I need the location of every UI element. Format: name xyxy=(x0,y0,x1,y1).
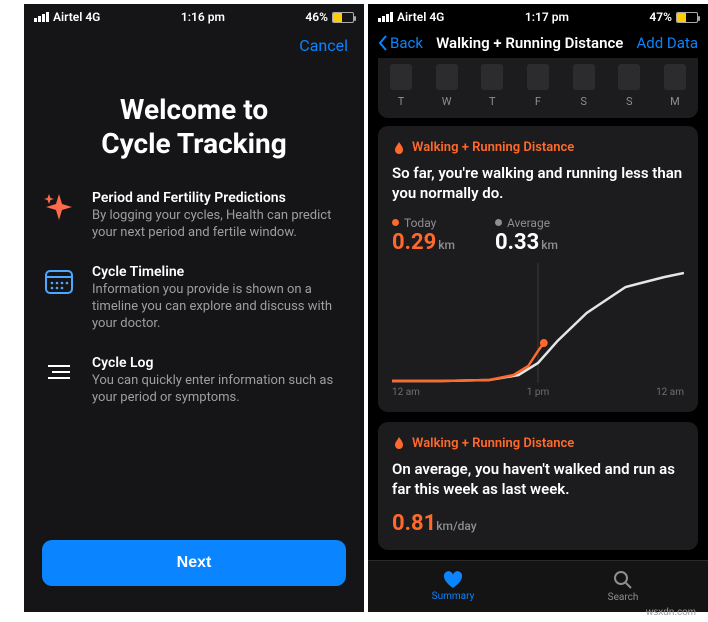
nav-row: Cancel xyxy=(24,28,364,63)
feature-desc: Information you provide is shown on a ti… xyxy=(92,282,346,333)
nav-bar: Back Walking + Running Distance Add Data xyxy=(368,28,708,58)
sparkle-icon xyxy=(42,190,76,224)
status-bar: Airtel 4G 1:16 pm 46% xyxy=(24,4,364,28)
flame-icon xyxy=(392,436,406,450)
title-line1: Welcome to xyxy=(120,93,268,126)
feature-desc: You can quickly enter information such a… xyxy=(92,373,346,407)
battery-percent: 46% xyxy=(305,10,328,24)
next-button[interactable]: Next xyxy=(42,540,346,586)
feature-title: Cycle Log xyxy=(92,355,346,371)
weekly-avg-unit: km/day xyxy=(436,519,476,533)
week-selector[interactable]: T W T F S S M xyxy=(378,58,698,118)
weekly-avg-value: 0.81 xyxy=(392,511,436,536)
feature-title: Period and Fertility Predictions xyxy=(92,190,346,206)
week-day[interactable]: M xyxy=(664,64,686,108)
cancel-button[interactable]: Cancel xyxy=(299,36,348,55)
nav-title: Walking + Running Distance xyxy=(436,34,623,52)
status-bar: Airtel 4G 1:17 pm 47% xyxy=(368,4,708,28)
tab-bar: Summary Search xyxy=(368,560,708,612)
week-day[interactable]: S xyxy=(573,64,595,108)
today-unit: km xyxy=(438,238,455,252)
screen-cycle-tracking-intro: Airtel 4G 1:16 pm 46% Cancel Welcome to … xyxy=(24,4,364,612)
card-title-text: Walking + Running Distance xyxy=(412,140,574,155)
card-subtitle: On average, you haven't walked and run a… xyxy=(392,459,684,500)
welcome-heading: Welcome to Cycle Tracking xyxy=(24,63,364,180)
carrier-label: Airtel 4G xyxy=(53,10,100,24)
today-value: 0.29 xyxy=(392,230,436,255)
feature-predictions: Period and Fertility Predictions By logg… xyxy=(42,190,346,242)
list-icon xyxy=(42,355,76,389)
chevron-left-icon xyxy=(378,35,388,51)
status-time: 1:16 pm xyxy=(181,10,225,24)
feature-title: Cycle Timeline xyxy=(92,264,346,280)
title-line2: Cycle Tracking xyxy=(101,127,286,160)
feature-desc: By logging your cycles, Health can predi… xyxy=(92,208,346,242)
battery-percent: 47% xyxy=(649,10,672,24)
back-button[interactable]: Back xyxy=(378,34,423,52)
week-day[interactable]: F xyxy=(527,64,549,108)
tab-search[interactable]: Search xyxy=(538,561,708,612)
screen-walking-running-distance: Airtel 4G 1:17 pm 47% Back Walking + Run… xyxy=(368,4,708,612)
week-day[interactable]: W xyxy=(436,64,458,108)
calendar-icon xyxy=(42,264,76,298)
card-subtitle: So far, you're walking and running less … xyxy=(392,163,684,204)
average-label: Average xyxy=(507,216,550,230)
feature-timeline: Cycle Timeline Information you provide i… xyxy=(42,264,346,333)
battery-icon xyxy=(676,12,698,23)
card-today-vs-average[interactable]: Walking + Running Distance So far, you'r… xyxy=(378,126,698,412)
tab-label: Summary xyxy=(432,591,475,602)
flame-icon xyxy=(392,141,406,155)
dot-icon xyxy=(392,219,399,226)
feature-list: Period and Fertility Predictions By logg… xyxy=(24,180,364,438)
week-day[interactable]: S xyxy=(618,64,640,108)
back-label: Back xyxy=(390,34,423,52)
dot-icon xyxy=(495,219,502,226)
signal-icon xyxy=(378,12,393,22)
card-weekly-average[interactable]: Walking + Running Distance On average, y… xyxy=(378,422,698,551)
chart-x-axis: 12 am 1 pm 12 am xyxy=(392,387,684,398)
status-time: 1:17 pm xyxy=(525,10,569,24)
carrier-label: Airtel 4G xyxy=(397,10,444,24)
add-data-button[interactable]: Add Data xyxy=(636,34,698,52)
watermark: wsxdn.com xyxy=(646,607,696,618)
heart-icon xyxy=(443,571,463,589)
week-day[interactable]: T xyxy=(390,64,412,108)
feature-log: Cycle Log You can quickly enter informat… xyxy=(42,355,346,407)
card-title-text: Walking + Running Distance xyxy=(412,436,574,451)
battery-icon xyxy=(332,12,354,23)
search-icon xyxy=(613,570,633,590)
tab-label: Search xyxy=(608,592,639,603)
tab-summary[interactable]: Summary xyxy=(368,561,538,612)
average-unit: km xyxy=(541,238,558,252)
distance-chart xyxy=(392,263,684,383)
today-label: Today xyxy=(404,216,436,230)
week-day[interactable]: T xyxy=(481,64,503,108)
average-value: 0.33 xyxy=(495,230,539,255)
signal-icon xyxy=(34,12,49,22)
